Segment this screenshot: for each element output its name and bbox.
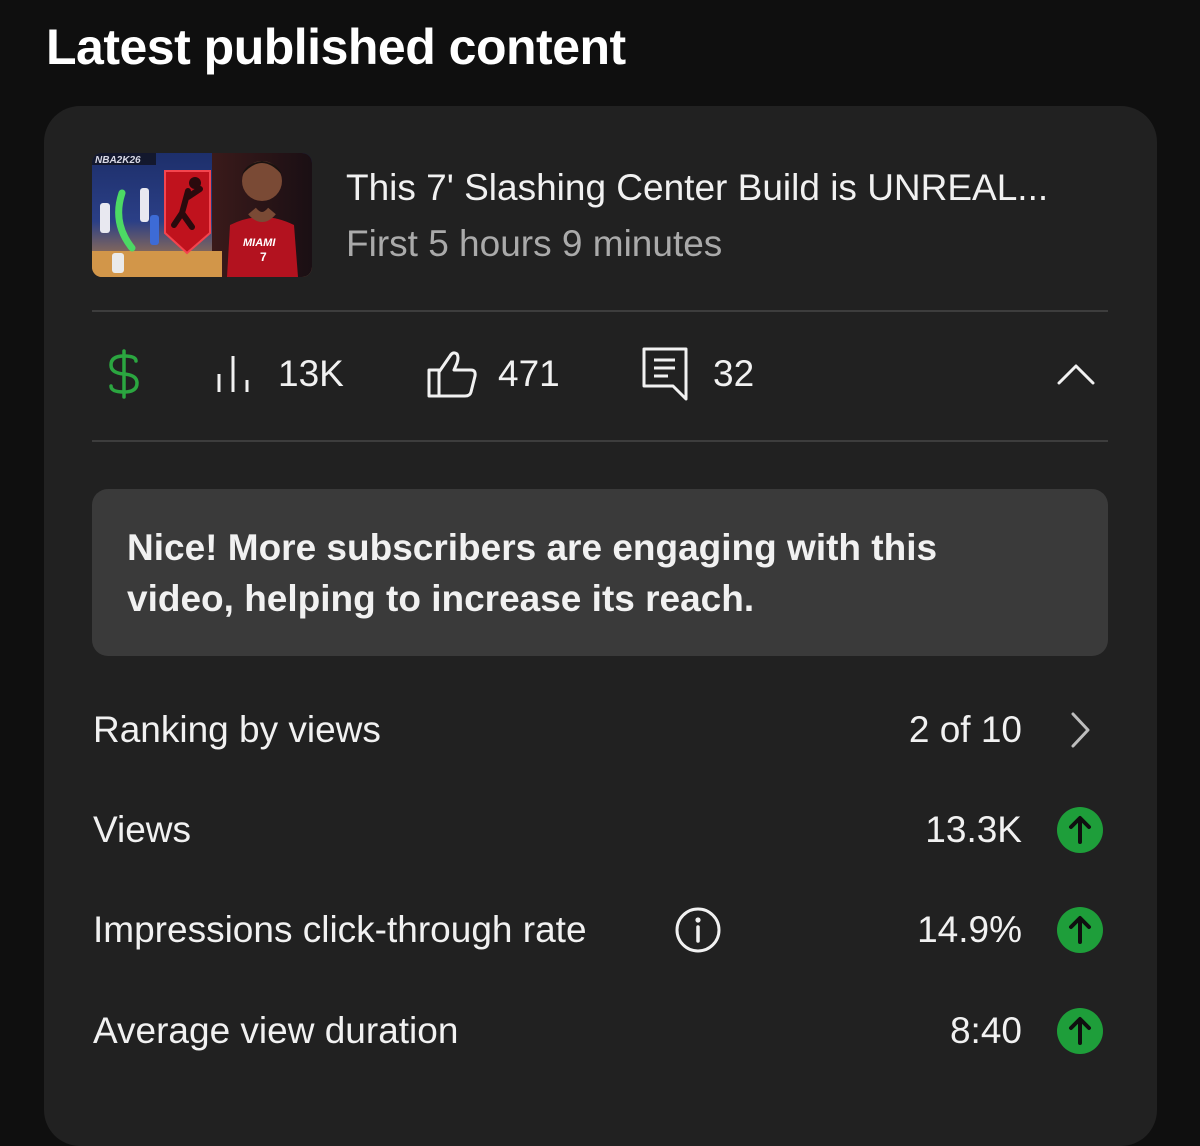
- comments-count: 32: [713, 353, 755, 394]
- metric-value: 2 of 10: [908, 709, 1022, 750]
- arrow-up-icon: [1056, 806, 1104, 854]
- thumbs-up-icon: [427, 351, 477, 398]
- stats-row[interactable]: 13K 471 32: [92, 312, 1108, 436]
- metric-row-ranking[interactable]: Ranking by views 2 of 10: [92, 690, 1108, 770]
- monetization-status[interactable]: [106, 312, 142, 436]
- metric-value: 14.9%: [917, 909, 1022, 950]
- metric-row-avg-duration[interactable]: Average view duration 8:40: [92, 991, 1108, 1071]
- arrow-up-icon: [1056, 906, 1104, 954]
- divider-bottom: [92, 440, 1108, 442]
- metric-label: Average view duration: [93, 1010, 459, 1051]
- metric-value: 8:40: [949, 1010, 1022, 1051]
- video-subtitle: First 5 hours 9 minutes: [346, 223, 723, 264]
- bar-chart-icon: [217, 356, 249, 392]
- metric-label: Ranking by views: [93, 709, 381, 750]
- views-count: 13K: [278, 353, 344, 394]
- collapse-button[interactable]: [1056, 312, 1096, 436]
- thumbnail-jersey-team: MIAMI: [243, 237, 276, 249]
- likes-count: 471: [498, 353, 560, 394]
- comment-icon: [642, 347, 688, 401]
- video-title[interactable]: This 7' Slashing Center Build is UNREAL.…: [346, 167, 1048, 209]
- insight-text: Nice! More subscribers are engaging with…: [127, 527, 938, 619]
- metric-label: Views: [93, 809, 192, 850]
- dollar-icon: [109, 349, 139, 399]
- video-thumbnail[interactable]: MIAMI 7 NBA2K26: [92, 153, 312, 277]
- metric-row-ctr[interactable]: Impressions click-through rate 14.9%: [92, 890, 1108, 970]
- views-stat[interactable]: 13K: [214, 312, 344, 436]
- thumbnail-jersey-number: 7: [260, 250, 267, 264]
- insight-box: Nice! More subscribers are engaging with…: [92, 489, 1108, 656]
- thumbnail-game-label: NBA2K26: [95, 155, 141, 166]
- page-title: Latest published content: [46, 19, 626, 75]
- video-row[interactable]: MIAMI 7 NBA2K26 This 7' Slashing Center …: [92, 153, 1108, 277]
- metric-row-views[interactable]: Views 13.3K: [92, 790, 1108, 870]
- likes-stat[interactable]: 471: [426, 312, 560, 436]
- arrow-up-icon: [1056, 1007, 1104, 1055]
- metric-label: Impressions click-through rate: [93, 909, 587, 950]
- info-icon[interactable]: [674, 906, 722, 954]
- latest-content-card[interactable]: MIAMI 7 NBA2K26 This 7' Slashing Center …: [44, 106, 1157, 1146]
- chevron-right-icon: [1056, 706, 1104, 754]
- comments-stat[interactable]: 32: [641, 312, 754, 436]
- chevron-up-icon: [1057, 364, 1095, 385]
- metric-value: 13.3K: [925, 809, 1022, 850]
